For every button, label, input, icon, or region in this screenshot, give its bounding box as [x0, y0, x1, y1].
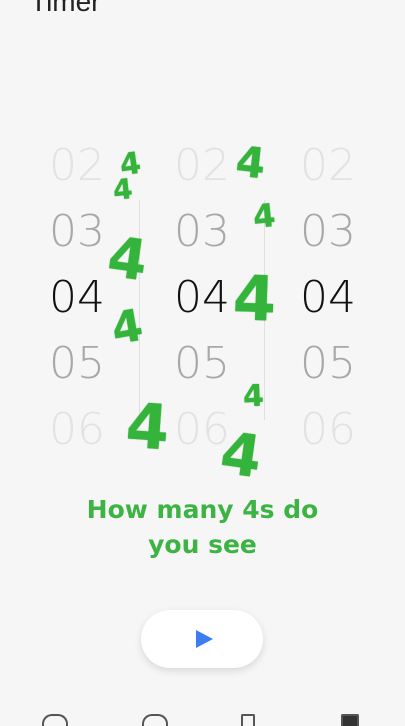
overlay-four: 4 [231, 261, 278, 336]
picker-value[interactable]: 02 [283, 140, 373, 206]
seconds-picker[interactable]: 02 03 04 05 06 [283, 140, 373, 470]
picker-value[interactable]: 06 [283, 404, 373, 470]
overlay-four: 4 [251, 195, 278, 237]
page-title: Timer [30, 0, 101, 17]
clock-icon[interactable] [142, 714, 168, 726]
overlay-four: 4 [242, 378, 265, 415]
timer-icon[interactable] [341, 714, 359, 726]
overlay-caption: How many 4s do you see [40, 492, 365, 562]
alarm-icon[interactable] [42, 714, 68, 726]
stopwatch-icon[interactable] [241, 714, 255, 726]
overlay-four: 4 [103, 224, 152, 295]
overlay-four: 4 [111, 172, 135, 207]
picker-value[interactable]: 05 [283, 338, 373, 404]
overlay-four: 4 [123, 388, 172, 465]
overlay-four: 4 [216, 418, 266, 492]
caption-line-2: you see [148, 530, 257, 559]
play-icon [195, 630, 213, 648]
picker-value[interactable]: 02 [32, 140, 122, 206]
picker-selected-value[interactable]: 04 [283, 272, 373, 338]
picker-value[interactable]: 06 [32, 404, 122, 470]
overlay-four: 4 [233, 136, 268, 189]
picker-value[interactable]: 03 [283, 206, 373, 272]
start-button[interactable] [141, 610, 263, 668]
overlay-four: 4 [107, 299, 147, 356]
picker-value[interactable]: 02 [157, 140, 247, 206]
picker-value[interactable]: 05 [32, 338, 122, 404]
caption-line-1: How many 4s do [86, 495, 319, 524]
bottom-nav [0, 708, 405, 726]
